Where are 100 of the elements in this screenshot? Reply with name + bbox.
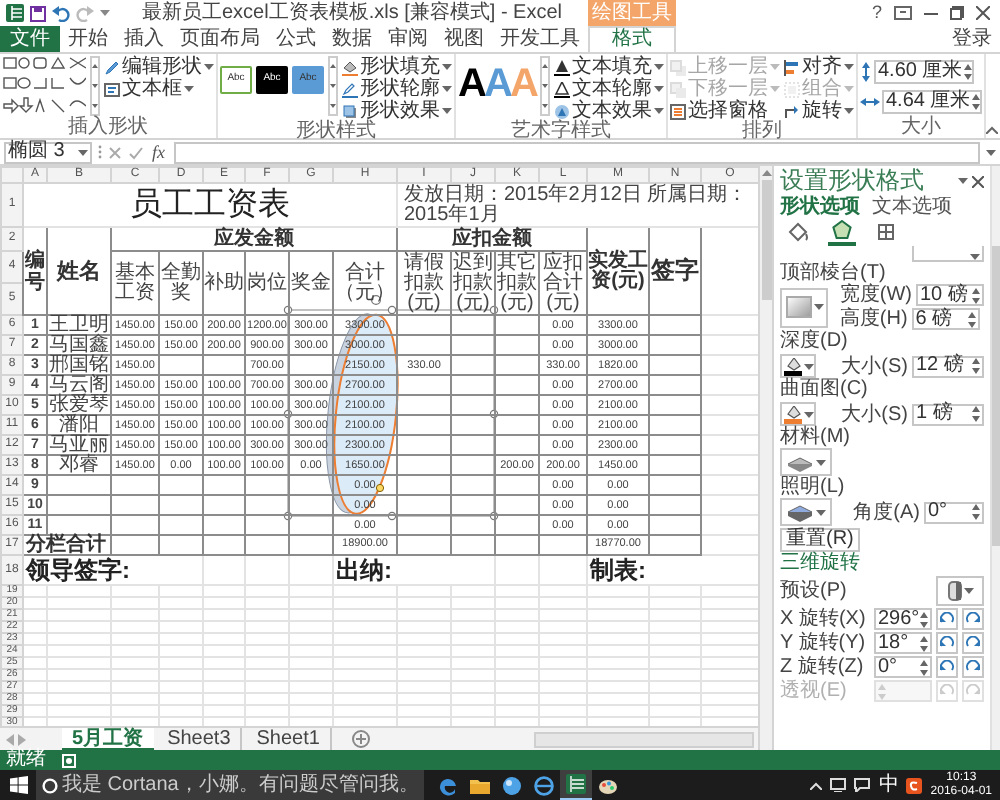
- spin-field[interactable]: 296°: [873, 608, 933, 630]
- caret-icon[interactable]: [78, 149, 88, 155]
- dropdown-field[interactable]: [912, 246, 984, 262]
- formula-input[interactable]: [173, 141, 980, 163]
- tray-app-icon[interactable]: [906, 777, 923, 793]
- restore-icon[interactable]: [950, 6, 964, 20]
- width-field[interactable]: 4.64 厘米: [882, 90, 982, 114]
- ribbon-command[interactable]: 文本框: [104, 78, 214, 100]
- caret-icon[interactable]: [970, 254, 980, 260]
- picker-button[interactable]: [780, 354, 816, 378]
- spinner-icon[interactable]: [920, 611, 929, 627]
- collapse-ribbon-icon[interactable]: [986, 126, 998, 134]
- caret-icon[interactable]: [803, 411, 813, 417]
- spinner-icon[interactable]: [967, 311, 976, 327]
- ribbon-command[interactable]: 旋转: [784, 100, 854, 122]
- shape-gallery[interactable]: [2, 56, 86, 116]
- rotate-button[interactable]: [936, 656, 959, 678]
- ribbon-tab[interactable]: 格式: [588, 26, 676, 52]
- caret-icon[interactable]: [963, 588, 973, 594]
- caret-icon[interactable]: [816, 509, 826, 515]
- spin-field[interactable]: 10 磅: [916, 284, 984, 306]
- spinner-icon[interactable]: [920, 659, 929, 675]
- show-hidden-icons-icon[interactable]: [810, 781, 823, 789]
- caret-icon[interactable]: [844, 108, 854, 114]
- reset-button[interactable]: 重置(R): [780, 528, 860, 552]
- height-field[interactable]: 4.60 厘米: [874, 60, 974, 84]
- sheet-tab[interactable]: 5月工资: [62, 727, 154, 751]
- pane-tab[interactable]: 文本选项: [872, 196, 952, 218]
- ribbon-tab[interactable]: 数据: [324, 26, 380, 52]
- ribbon-command[interactable]: 编辑形状: [104, 56, 214, 78]
- spin-field[interactable]: 6 磅: [911, 308, 980, 330]
- gallery-scroll-icon[interactable]: [90, 56, 100, 116]
- ribbon-command[interactable]: 文本效果: [554, 100, 664, 122]
- spinner-icon[interactable]: [972, 287, 980, 303]
- rotate-button[interactable]: [962, 632, 984, 654]
- pane-icon-tab[interactable]: [784, 218, 812, 246]
- insert-function-button[interactable]: fx: [150, 141, 167, 163]
- name-box[interactable]: 椭圆 3: [4, 141, 92, 163]
- caret-icon[interactable]: [204, 64, 214, 70]
- rotate-button[interactable]: [962, 608, 984, 630]
- spin-field[interactable]: 12 磅: [912, 355, 984, 377]
- pane-tab[interactable]: 形状选项: [780, 196, 860, 218]
- scrollbar[interactable]: [534, 731, 754, 747]
- ribbon-command[interactable]: 文本轮廓: [554, 78, 664, 100]
- caret-icon[interactable]: [803, 363, 813, 369]
- scrollbar[interactable]: [761, 180, 771, 300]
- spin-field[interactable]: 1 磅: [912, 403, 984, 425]
- ribbon-command[interactable]: 形状效果: [342, 100, 452, 122]
- caret-icon[interactable]: [986, 149, 996, 155]
- rotate-button[interactable]: [936, 608, 959, 630]
- wordart-sample[interactable]: A: [458, 56, 484, 112]
- input-method-indicator[interactable]: 中: [878, 774, 899, 796]
- gallery-scroll-icon[interactable]: [540, 56, 550, 116]
- caret-icon[interactable]: [654, 64, 664, 70]
- spinner-icon[interactable]: [920, 635, 929, 651]
- taskbar-app-button[interactable]: [560, 770, 593, 800]
- caret-icon[interactable]: [654, 108, 664, 114]
- spinner-icon[interactable]: [972, 358, 980, 374]
- caret-icon[interactable]: [442, 108, 452, 114]
- spin-field[interactable]: 0°: [924, 501, 984, 523]
- ribbon-command[interactable]: 形状轮廓: [342, 78, 452, 100]
- caret-icon[interactable]: [844, 64, 854, 70]
- ribbon-tab[interactable]: 页面布局: [172, 26, 268, 52]
- caret-icon[interactable]: [442, 86, 452, 92]
- sign-in-link[interactable]: 登录: [952, 28, 1000, 52]
- rotate-button[interactable]: [936, 632, 959, 654]
- spinner-icon[interactable]: [964, 64, 973, 80]
- pane-icon-tab[interactable]: [872, 218, 900, 246]
- macro-record-icon[interactable]: [62, 753, 76, 767]
- caret-icon[interactable]: [100, 10, 110, 16]
- spin-field[interactable]: 18°: [873, 632, 933, 654]
- scrollbar[interactable]: [992, 246, 1000, 546]
- ribbon-tab[interactable]: 审阅: [380, 26, 436, 52]
- ribbon-command[interactable]: 文本填充: [554, 56, 664, 78]
- search-box[interactable]: 我是 Cortana，小娜。有问题尽管问我。: [36, 770, 425, 800]
- rotate-button[interactable]: [962, 656, 984, 678]
- caret-icon[interactable]: [813, 304, 823, 310]
- caret-icon[interactable]: [958, 178, 968, 184]
- ribbon-tab[interactable]: 视图: [436, 26, 492, 52]
- caret-icon[interactable]: [654, 86, 664, 92]
- ribbon-tab[interactable]: 开始: [60, 26, 116, 52]
- message-icon[interactable]: [854, 778, 871, 792]
- add-sheet-icon[interactable]: [351, 730, 370, 748]
- ribbon-command[interactable]: 形状填充: [342, 56, 452, 78]
- network-icon[interactable]: [830, 778, 847, 792]
- spin-field[interactable]: 0°: [873, 656, 933, 678]
- caret-icon[interactable]: [184, 86, 194, 92]
- ribbon-command[interactable]: 选择窗格: [670, 100, 780, 122]
- help-button[interactable]: ?: [871, 0, 882, 26]
- ribbon-tab[interactable]: 开发工具: [492, 26, 588, 52]
- caret-icon[interactable]: [816, 459, 826, 465]
- ribbon-display-icon[interactable]: [894, 6, 912, 20]
- ribbon-tab[interactable]: 文件: [0, 26, 60, 52]
- pane-icon-tab[interactable]: [828, 218, 856, 246]
- spinner-icon[interactable]: [972, 504, 980, 520]
- ribbon-tab[interactable]: 插入: [116, 26, 172, 52]
- close-icon[interactable]: [972, 175, 984, 187]
- ribbon-command[interactable]: 对齐: [784, 56, 854, 78]
- spinner-icon[interactable]: [972, 406, 980, 422]
- gallery-scroll-icon[interactable]: [328, 56, 338, 116]
